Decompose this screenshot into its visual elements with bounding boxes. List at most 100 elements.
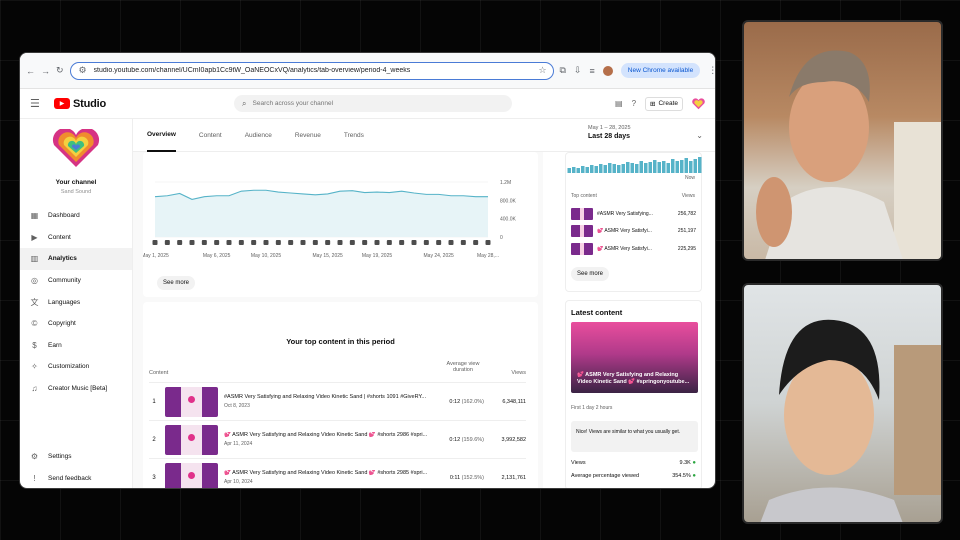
upload-marker[interactable]	[386, 240, 392, 245]
table-row[interactable]: 1 #ASMR Very Satisfying and Relaxing Vid…	[149, 382, 526, 420]
upload-marker[interactable]	[411, 240, 417, 245]
hamburger-menu-icon[interactable]: ☰	[30, 97, 44, 110]
studio-logo[interactable]: ▶ Studio	[54, 98, 106, 110]
back-icon[interactable]: ←	[26, 66, 35, 76]
sidebar-item-languages[interactable]: 文 Languages	[20, 291, 132, 313]
sidebar-item-creator-music[interactable]: ♫ Creator Music [Beta]	[20, 378, 132, 400]
upload-marker[interactable]	[473, 240, 479, 245]
list-item[interactable]: 💕 ASMR Very Satisfyi... 225,295	[571, 242, 696, 256]
video-thumbnail[interactable]	[571, 225, 593, 237]
upload-marker[interactable]	[214, 240, 220, 245]
chrome-menu-icon[interactable]: ⋮	[708, 65, 715, 76]
upload-marker[interactable]	[189, 240, 195, 245]
stat-value: 9.3K	[679, 460, 691, 466]
sidebar-item-analytics[interactable]: ▥ Analytics	[20, 248, 132, 270]
tab-revenue[interactable]: Revenue	[295, 119, 321, 152]
new-chrome-button[interactable]: New Chrome available	[620, 63, 701, 78]
upload-marker[interactable]	[300, 240, 306, 245]
search-bar[interactable]: ⌕	[234, 95, 513, 112]
realtime-bar	[689, 161, 693, 173]
realtime-bar	[635, 164, 639, 173]
realtime-bar-chart[interactable]	[567, 155, 702, 173]
upload-marker[interactable]	[448, 240, 454, 245]
media-icon[interactable]: ≡	[590, 66, 595, 76]
video-title[interactable]: 💕 ASMR Very Satisfying and Relaxing Vide…	[224, 432, 439, 438]
table-row[interactable]: 2 💕 ASMR Very Satisfying and Relaxing Vi…	[149, 420, 526, 458]
upload-marker[interactable]	[423, 240, 429, 245]
list-item[interactable]: #ASMR Very Satisfying... 256,782	[571, 207, 696, 221]
upload-marker[interactable]	[226, 240, 232, 245]
realtime-bar	[612, 164, 616, 173]
upload-marker[interactable]	[325, 240, 331, 245]
stat-pct-viewed: Average percentage viewed 354.5% ●	[571, 473, 696, 479]
create-button[interactable]: ⊞ Create	[645, 96, 683, 111]
upload-marker[interactable]	[349, 240, 355, 245]
upload-marker[interactable]	[362, 240, 368, 245]
help-icon[interactable]: ?	[632, 99, 636, 108]
sidebar-item-community[interactable]: ◎ Community	[20, 270, 132, 292]
table-row[interactable]: 3 💕 ASMR Very Satisfying and Relaxing Vi…	[149, 458, 526, 488]
upload-marker[interactable]	[238, 240, 244, 245]
upload-marker[interactable]	[337, 240, 343, 245]
upload-marker[interactable]	[251, 240, 257, 245]
tab-overview[interactable]: Overview	[147, 119, 176, 152]
sidebar-item-send-feedback[interactable]: ! Send feedback	[20, 468, 133, 488]
upload-marker[interactable]	[275, 240, 281, 245]
sidebar-item-customization[interactable]: ✧ Customization	[20, 356, 132, 378]
views-chart-card: 1.2M 800.0K 400.0K 0 May 1, 2025 May 6, 2025 M…	[143, 152, 538, 297]
row-index: 1	[152, 398, 156, 405]
video-date: Oct 8, 2023	[224, 403, 250, 409]
see-more-button[interactable]: See more	[571, 267, 610, 281]
tab-audience[interactable]: Audience	[245, 119, 272, 152]
upload-marker[interactable]	[263, 240, 269, 245]
video-thumbnail[interactable]	[165, 424, 218, 455]
captions-icon[interactable]: ▤	[615, 99, 623, 108]
download-icon[interactable]: ⇩	[574, 65, 582, 76]
upload-marker[interactable]	[152, 240, 158, 245]
sidebar-item-dashboard[interactable]: ▦ Dashboard	[20, 205, 132, 227]
date-range-picker[interactable]: May 1 – 28, 2025 Last 28 days ⌄	[588, 125, 703, 140]
video-title[interactable]: 💕 ASMR Very Satisfying and Relaxing Vide…	[224, 470, 439, 476]
upload-marker[interactable]	[485, 240, 491, 245]
upload-marker[interactable]	[399, 240, 405, 245]
tab-trends[interactable]: Trends	[344, 119, 364, 152]
video-thumbnail[interactable]	[571, 208, 593, 220]
views-chart[interactable]: 1.2M 800.0K 400.0K 0 May 1, 2025 May 6, 2025 M…	[143, 152, 538, 272]
list-item[interactable]: 💕 ASMR Very Satisfyi... 251,197	[571, 224, 696, 238]
extensions-icon[interactable]: ⧉	[560, 65, 566, 76]
forward-icon[interactable]: →	[41, 66, 50, 76]
chart-area	[155, 190, 488, 237]
reload-icon[interactable]: ↻	[56, 65, 64, 76]
sidebar-item-earn[interactable]: $ Earn	[20, 335, 132, 357]
channel-label: Your channel	[55, 179, 97, 186]
top-content-label: Top content	[571, 193, 597, 199]
search-input[interactable]	[252, 100, 505, 107]
profile-avatar[interactable]	[602, 65, 613, 76]
realtime-bar	[567, 168, 571, 173]
upload-marker[interactable]	[436, 240, 442, 245]
bookmark-star-icon[interactable]: ☆	[538, 65, 546, 76]
video-thumbnail[interactable]	[165, 386, 218, 417]
sidebar-item-content[interactable]: ▶ Content	[20, 227, 132, 249]
upload-marker[interactable]	[460, 240, 466, 245]
upload-marker[interactable]	[201, 240, 207, 245]
sidebar-item-settings[interactable]: ⚙ Settings	[20, 446, 133, 468]
upload-marker[interactable]	[177, 240, 183, 245]
address-bar[interactable]: ⚙ studio.youtube.com/channel/UCmI0apb1Cc…	[69, 61, 554, 80]
channel-avatar[interactable]	[692, 97, 705, 110]
sidebar-item-copyright[interactable]: © Copyright	[20, 313, 132, 335]
upload-marker[interactable]	[312, 240, 318, 245]
upload-marker[interactable]	[374, 240, 380, 245]
latest-video-thumbnail[interactable]: 💕 ASMR Very Satisfying and Relaxing Vide…	[571, 322, 698, 393]
upload-marker[interactable]	[164, 240, 170, 245]
video-thumbnail[interactable]	[571, 243, 593, 255]
channel-avatar-large[interactable]	[20, 129, 132, 169]
video-title[interactable]: #ASMR Very Satisfying and Relaxing Video…	[224, 394, 439, 400]
video-thumbnail[interactable]	[165, 462, 218, 488]
realtime-bar	[626, 162, 630, 173]
tab-content[interactable]: Content	[199, 119, 222, 152]
realtime-bar	[666, 163, 670, 173]
see-more-button[interactable]: See more	[157, 276, 196, 290]
site-info-icon[interactable]: ⚙	[77, 65, 89, 76]
upload-marker[interactable]	[288, 240, 294, 245]
